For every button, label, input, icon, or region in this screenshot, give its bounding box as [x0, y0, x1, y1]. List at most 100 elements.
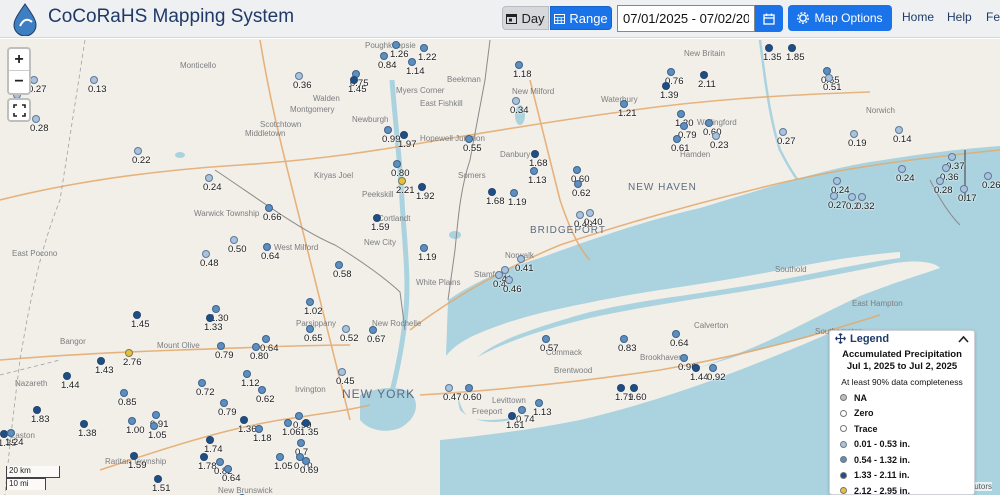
station-marker[interactable] — [680, 354, 688, 362]
station-marker[interactable] — [673, 135, 681, 143]
station-marker[interactable] — [505, 276, 513, 284]
zoom-out-button[interactable]: − — [9, 71, 29, 93]
station-marker[interactable] — [542, 335, 550, 343]
move-icon[interactable] — [835, 333, 846, 344]
station-marker[interactable] — [830, 192, 838, 200]
station-marker[interactable] — [220, 399, 228, 407]
station-marker[interactable] — [133, 311, 141, 319]
station-marker[interactable] — [152, 411, 160, 419]
station-marker[interactable] — [662, 82, 670, 90]
station-marker[interactable] — [295, 412, 303, 420]
station-marker[interactable] — [120, 389, 128, 397]
station-marker[interactable] — [573, 166, 581, 174]
station-marker[interactable] — [392, 41, 400, 49]
nav-feedback-link[interactable]: Fee — [986, 10, 1000, 24]
station-marker[interactable] — [212, 305, 220, 313]
station-marker[interactable] — [535, 399, 543, 407]
station-marker[interactable] — [284, 419, 292, 427]
station-marker[interactable] — [90, 76, 98, 84]
station-marker[interactable] — [576, 211, 584, 219]
station-marker[interactable] — [265, 204, 273, 212]
day-button[interactable]: Day — [502, 6, 549, 30]
station-marker[interactable] — [398, 177, 406, 185]
range-button[interactable]: Range — [550, 6, 612, 30]
calendar-picker-button[interactable] — [755, 5, 783, 32]
station-marker[interactable] — [530, 167, 538, 175]
station-marker[interactable] — [680, 122, 688, 130]
station-marker[interactable] — [692, 364, 700, 372]
station-marker[interactable] — [960, 185, 968, 193]
station-marker[interactable] — [384, 126, 392, 134]
station-marker[interactable] — [510, 189, 518, 197]
date-range-input[interactable] — [617, 5, 755, 32]
station-marker[interactable] — [202, 250, 210, 258]
station-marker[interactable] — [252, 343, 260, 351]
station-marker[interactable] — [240, 416, 248, 424]
station-marker[interactable] — [942, 164, 950, 172]
station-marker[interactable] — [200, 453, 208, 461]
station-marker[interactable] — [508, 412, 516, 420]
station-marker[interactable] — [262, 335, 270, 343]
station-marker[interactable] — [788, 44, 796, 52]
station-marker[interactable] — [677, 110, 685, 118]
station-marker[interactable] — [512, 97, 520, 105]
station-marker[interactable] — [369, 326, 377, 334]
station-marker[interactable] — [297, 439, 305, 447]
station-marker[interactable] — [620, 335, 628, 343]
station-marker[interactable] — [948, 153, 956, 161]
station-marker[interactable] — [80, 420, 88, 428]
station-marker[interactable] — [898, 165, 906, 173]
station-marker[interactable] — [335, 261, 343, 269]
station-marker[interactable] — [825, 74, 833, 82]
station-marker[interactable] — [205, 174, 213, 182]
station-marker[interactable] — [672, 330, 680, 338]
station-marker[interactable] — [150, 422, 158, 430]
station-marker[interactable] — [712, 132, 720, 140]
station-marker[interactable] — [134, 147, 142, 155]
nav-home-link[interactable]: Home — [902, 10, 934, 24]
station-marker[interactable] — [198, 379, 206, 387]
station-marker[interactable] — [350, 76, 358, 84]
fullscreen-button[interactable] — [7, 98, 31, 122]
station-marker[interactable] — [338, 368, 346, 376]
station-marker[interactable] — [97, 357, 105, 365]
station-marker[interactable] — [848, 193, 856, 201]
station-marker[interactable] — [224, 465, 232, 473]
station-marker[interactable] — [130, 452, 138, 460]
station-marker[interactable] — [206, 436, 214, 444]
station-marker[interactable] — [276, 453, 284, 461]
station-marker[interactable] — [125, 349, 133, 357]
station-marker[interactable] — [302, 457, 310, 465]
nav-help-link[interactable]: Help — [947, 10, 972, 24]
station-marker[interactable] — [517, 255, 525, 263]
station-marker[interactable] — [895, 126, 903, 134]
station-marker[interactable] — [445, 384, 453, 392]
station-marker[interactable] — [465, 135, 473, 143]
station-marker[interactable] — [255, 425, 263, 433]
zoom-in-button[interactable]: + — [9, 49, 29, 71]
station-marker[interactable] — [488, 188, 496, 196]
station-marker[interactable] — [128, 417, 136, 425]
station-marker[interactable] — [586, 209, 594, 217]
station-marker[interactable] — [617, 384, 625, 392]
station-marker[interactable] — [306, 325, 314, 333]
station-marker[interactable] — [667, 68, 675, 76]
station-marker[interactable] — [418, 183, 426, 191]
station-marker[interactable] — [709, 364, 717, 372]
station-marker[interactable] — [630, 384, 638, 392]
cocorahs-logo-icon[interactable] — [8, 2, 42, 36]
station-marker[interactable] — [501, 266, 509, 274]
station-marker[interactable] — [705, 119, 713, 127]
station-marker[interactable] — [380, 52, 388, 60]
chevron-up-icon[interactable] — [958, 335, 969, 343]
station-marker[interactable] — [7, 429, 15, 437]
station-marker[interactable] — [216, 458, 224, 466]
station-marker[interactable] — [531, 150, 539, 158]
station-marker[interactable] — [206, 314, 214, 322]
station-marker[interactable] — [518, 406, 526, 414]
station-marker[interactable] — [515, 61, 523, 69]
station-marker[interactable] — [420, 244, 428, 252]
station-marker[interactable] — [984, 172, 992, 180]
station-marker[interactable] — [154, 475, 162, 483]
map-options-button[interactable]: Map Options — [788, 5, 892, 31]
